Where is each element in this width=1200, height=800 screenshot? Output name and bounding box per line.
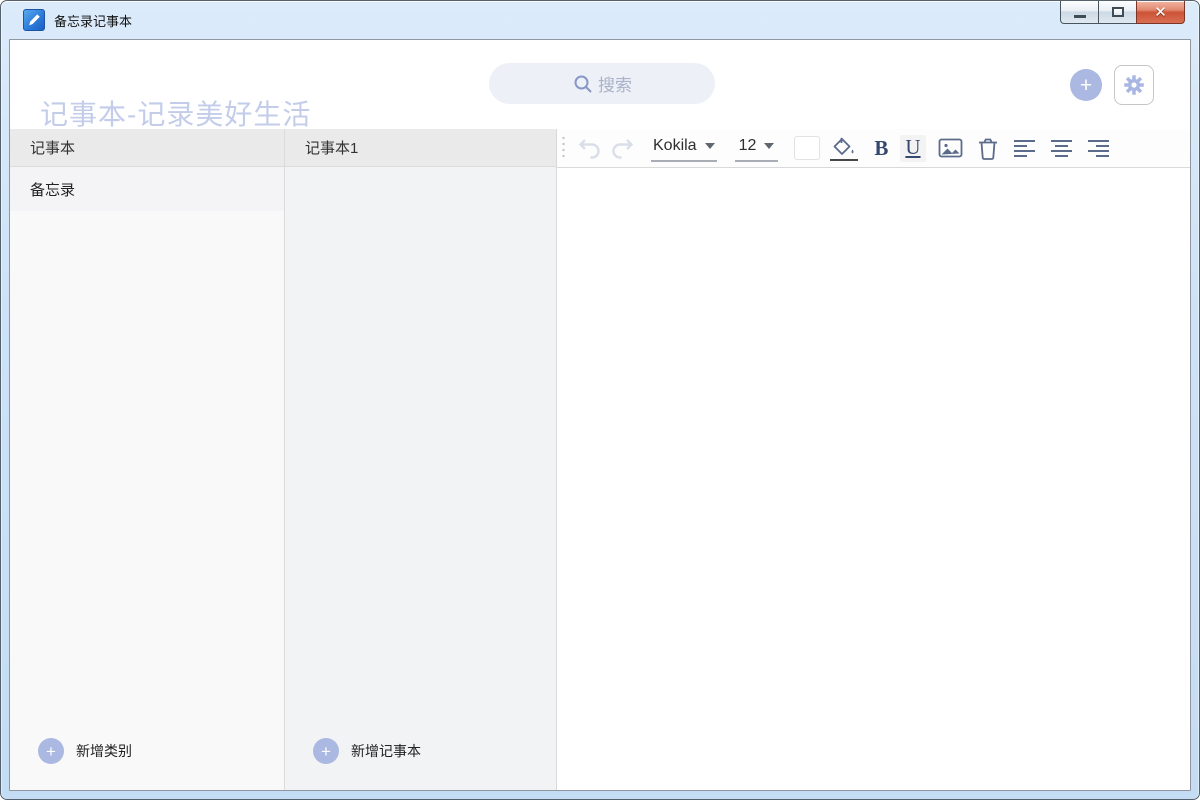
content-area: 记事本-记录美好生活 搜索 +: [9, 39, 1191, 791]
font-family-select[interactable]: Kokila: [651, 135, 717, 162]
redo-button[interactable]: [609, 136, 635, 160]
minimize-button[interactable]: [1060, 1, 1099, 24]
image-icon: [938, 137, 963, 159]
page-title: 记事本-记录美好生活: [40, 93, 311, 133]
maximize-button[interactable]: [1098, 1, 1137, 24]
bold-button[interactable]: B: [874, 136, 888, 161]
gear-icon: [1121, 72, 1147, 98]
close-icon: ✕: [1154, 5, 1167, 20]
align-right-icon: [1087, 138, 1110, 158]
insert-image-button[interactable]: [938, 137, 963, 159]
pen-icon: [27, 13, 41, 27]
add-notebook-button[interactable]: + 新增记事本: [313, 738, 421, 764]
app-window: 备忘录记事本 ✕ 记事本-记录美好生活 搜索 +: [0, 0, 1200, 800]
minimize-icon: [1074, 15, 1086, 18]
chevron-down-icon: [764, 143, 774, 149]
trash-icon: [977, 137, 999, 160]
add-category-button[interactable]: + 新增类别: [38, 738, 132, 764]
font-family-value: Kokila: [653, 137, 697, 155]
plus-icon: +: [1080, 75, 1092, 96]
undo-button[interactable]: [577, 136, 603, 160]
plus-icon: +: [38, 738, 64, 764]
font-size-select[interactable]: 12: [735, 135, 779, 162]
close-button[interactable]: ✕: [1136, 1, 1185, 24]
note-list-column: 记事本1 + 新增记事本: [285, 129, 557, 790]
search-input[interactable]: 搜索: [489, 63, 715, 104]
editor-content[interactable]: [557, 168, 1190, 790]
editor-pane: Kokila 12 B: [557, 129, 1190, 790]
fill-color-icon: [832, 137, 856, 157]
category-column: 记事本 备忘录 + 新增类别: [10, 129, 285, 790]
align-center-icon: [1050, 138, 1073, 158]
window-controls: ✕: [1061, 1, 1185, 24]
toolbar-grip-handle[interactable]: [562, 135, 565, 161]
titlebar[interactable]: 备忘录记事本: [1, 1, 1199, 39]
category-item-memo[interactable]: 备忘录: [10, 167, 284, 211]
search-placeholder: 搜索: [598, 71, 632, 96]
align-center-button[interactable]: [1050, 138, 1073, 158]
fill-color-button[interactable]: [830, 136, 858, 161]
align-left-button[interactable]: [1013, 138, 1036, 158]
window-title: 备忘录记事本: [54, 11, 132, 30]
align-left-icon: [1013, 138, 1036, 158]
font-size-value: 12: [739, 137, 757, 155]
align-right-button[interactable]: [1087, 138, 1110, 158]
app-header: 记事本-记录美好生活 搜索 +: [10, 40, 1190, 129]
underline-button[interactable]: U: [900, 135, 925, 162]
add-button[interactable]: +: [1070, 69, 1102, 101]
maximize-icon: [1112, 7, 1124, 17]
app-icon: [23, 9, 45, 31]
font-color-swatch[interactable]: [794, 136, 820, 160]
search-icon: [572, 73, 594, 95]
note-list-header[interactable]: 记事本1: [285, 129, 556, 167]
category-column-header: 记事本: [10, 129, 284, 167]
settings-button[interactable]: [1114, 65, 1154, 105]
main-area: 记事本 备忘录 + 新增类别 记事本1 + 新增记事本: [10, 129, 1190, 790]
add-category-label: 新增类别: [76, 741, 132, 761]
chevron-down-icon: [705, 143, 715, 149]
add-notebook-label: 新增记事本: [351, 741, 421, 761]
redo-icon: [609, 136, 635, 160]
undo-icon: [577, 136, 603, 160]
delete-button[interactable]: [977, 137, 999, 160]
editor-toolbar: Kokila 12 B: [557, 129, 1190, 168]
plus-icon: +: [313, 738, 339, 764]
